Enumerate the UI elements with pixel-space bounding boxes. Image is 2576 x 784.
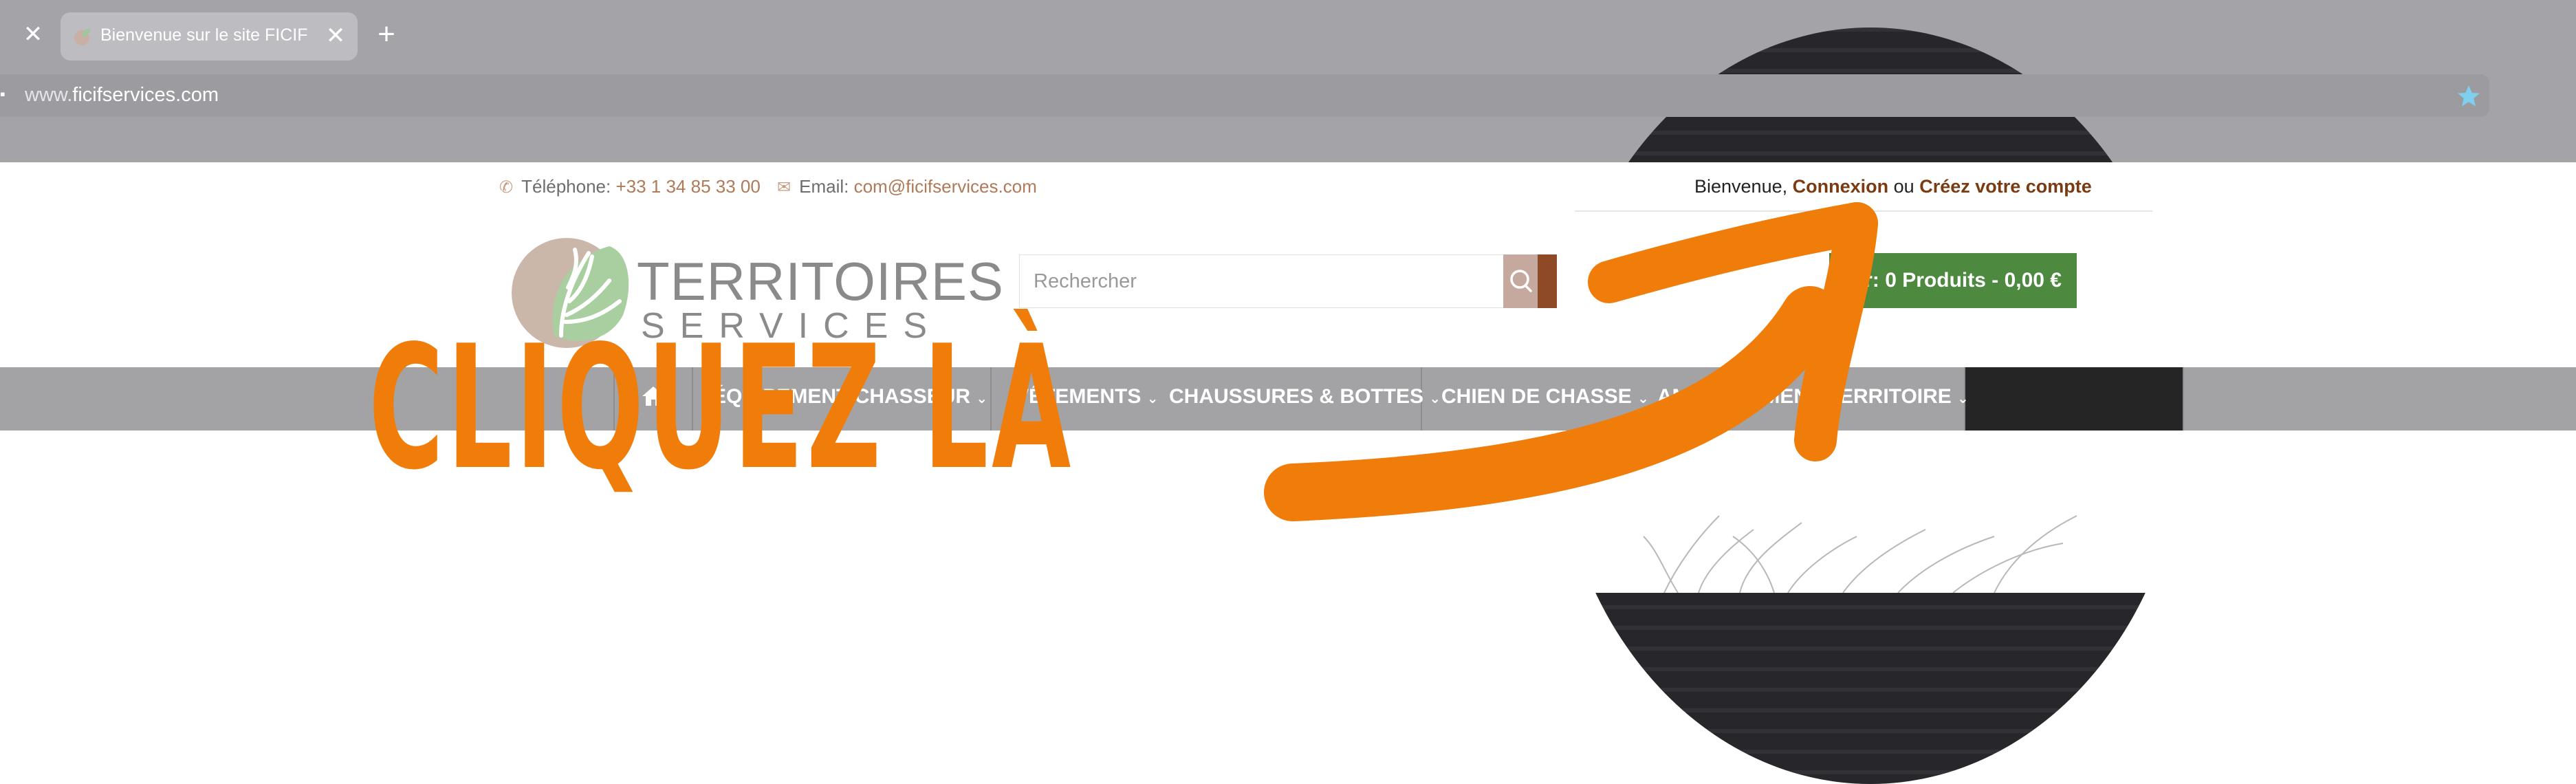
phone-label: Téléphone: (521, 176, 611, 197)
email-value[interactable]: com@ficifservices.com (854, 176, 1037, 197)
nav-item-amenagement-territoire[interactable]: AMÉNAGEMENT TERRITOIRE ⌄ (1657, 385, 1969, 409)
close-window-icon[interactable]: ✕ (18, 19, 48, 50)
url-text[interactable]: www.ficifservices.com (25, 84, 219, 107)
site-favicon-icon (74, 28, 91, 45)
tab-title: Bienvenue sur le site FICIF Serv (100, 25, 314, 45)
search-input[interactable]: Rechercher (1019, 254, 1505, 308)
chevron-down-icon: ⌄ (1146, 391, 1159, 406)
register-link[interactable]: Créez votre compte (1919, 176, 2092, 197)
cart-button[interactable]: nier: 0 Produits - 0,00 € (1829, 253, 2077, 308)
bookmark-star-icon[interactable] (2454, 81, 2484, 111)
nav-item-chien-de-chasse[interactable]: CHIEN DE CHASSE ⌄ (1441, 385, 1649, 409)
welcome-text: Bienvenue, (1694, 176, 1788, 197)
chevron-down-icon: ⌄ (1429, 391, 1441, 406)
logo-line1: TERRITOIRES (637, 251, 1004, 312)
nav-dark-segment (1964, 367, 2183, 431)
nav-item-label: CHAUSSURES & BOTTES (1169, 385, 1424, 408)
grass-illustration (1643, 515, 2077, 593)
chevron-down-icon: ⌄ (1637, 391, 1649, 406)
url-domain: ficifservices.com (72, 84, 219, 106)
new-tab-icon[interactable]: + (371, 19, 402, 50)
account-links: Bienvenue, Connexion ou Créez votre comp… (1694, 176, 2092, 197)
contact-bar: ✆ Téléphone: +33 1 34 85 33 00 ✉ Email: co… (0, 162, 2576, 210)
browser-tab[interactable]: Bienvenue sur le site FICIF Serv ✕ (61, 12, 358, 61)
email-label: Email: (799, 176, 849, 197)
chevron-down-icon: ⌄ (1957, 391, 1969, 406)
or-text: ou (1893, 176, 1914, 197)
search-placeholder: Rechercher (1034, 270, 1137, 292)
address-bar[interactable]: ▪ www.ficifservices.com (0, 74, 2489, 117)
search-icon (1510, 270, 1532, 292)
phone-icon: ✆ (499, 178, 514, 197)
cta-overlay-text: CLIQUEZ LÀ (369, 309, 1075, 508)
url-prefix: www. (25, 84, 73, 106)
tab-bar: ✕ Bienvenue sur le site FICIF Serv ✕ + (0, 0, 2576, 72)
phone-value[interactable]: +33 1 34 85 33 00 (615, 176, 760, 197)
login-link[interactable]: Connexion (1793, 176, 1889, 197)
nav-item-label: AMÉNAGEMENT TERRITOIRE (1657, 385, 1952, 408)
close-tab-icon[interactable]: ✕ (322, 22, 349, 50)
envelope-icon: ✉ (777, 178, 792, 197)
cart-label: nier: 0 Produits - 0,00 € (1834, 269, 2062, 292)
nav-item-label: CHIEN DE CHASSE (1441, 385, 1632, 408)
nav-item-chaussures-bottes[interactable]: CHAUSSURES & BOTTES ⌄ (1169, 385, 1441, 409)
site-info-icon[interactable]: ▪ (0, 85, 10, 106)
phone-contact: ✆ Téléphone: +33 1 34 85 33 00 (499, 176, 761, 197)
nav-separator (2183, 367, 2184, 431)
search-button-edge (1538, 254, 1557, 308)
email-contact: ✉ Email: com@ficifservices.com (777, 176, 1037, 197)
